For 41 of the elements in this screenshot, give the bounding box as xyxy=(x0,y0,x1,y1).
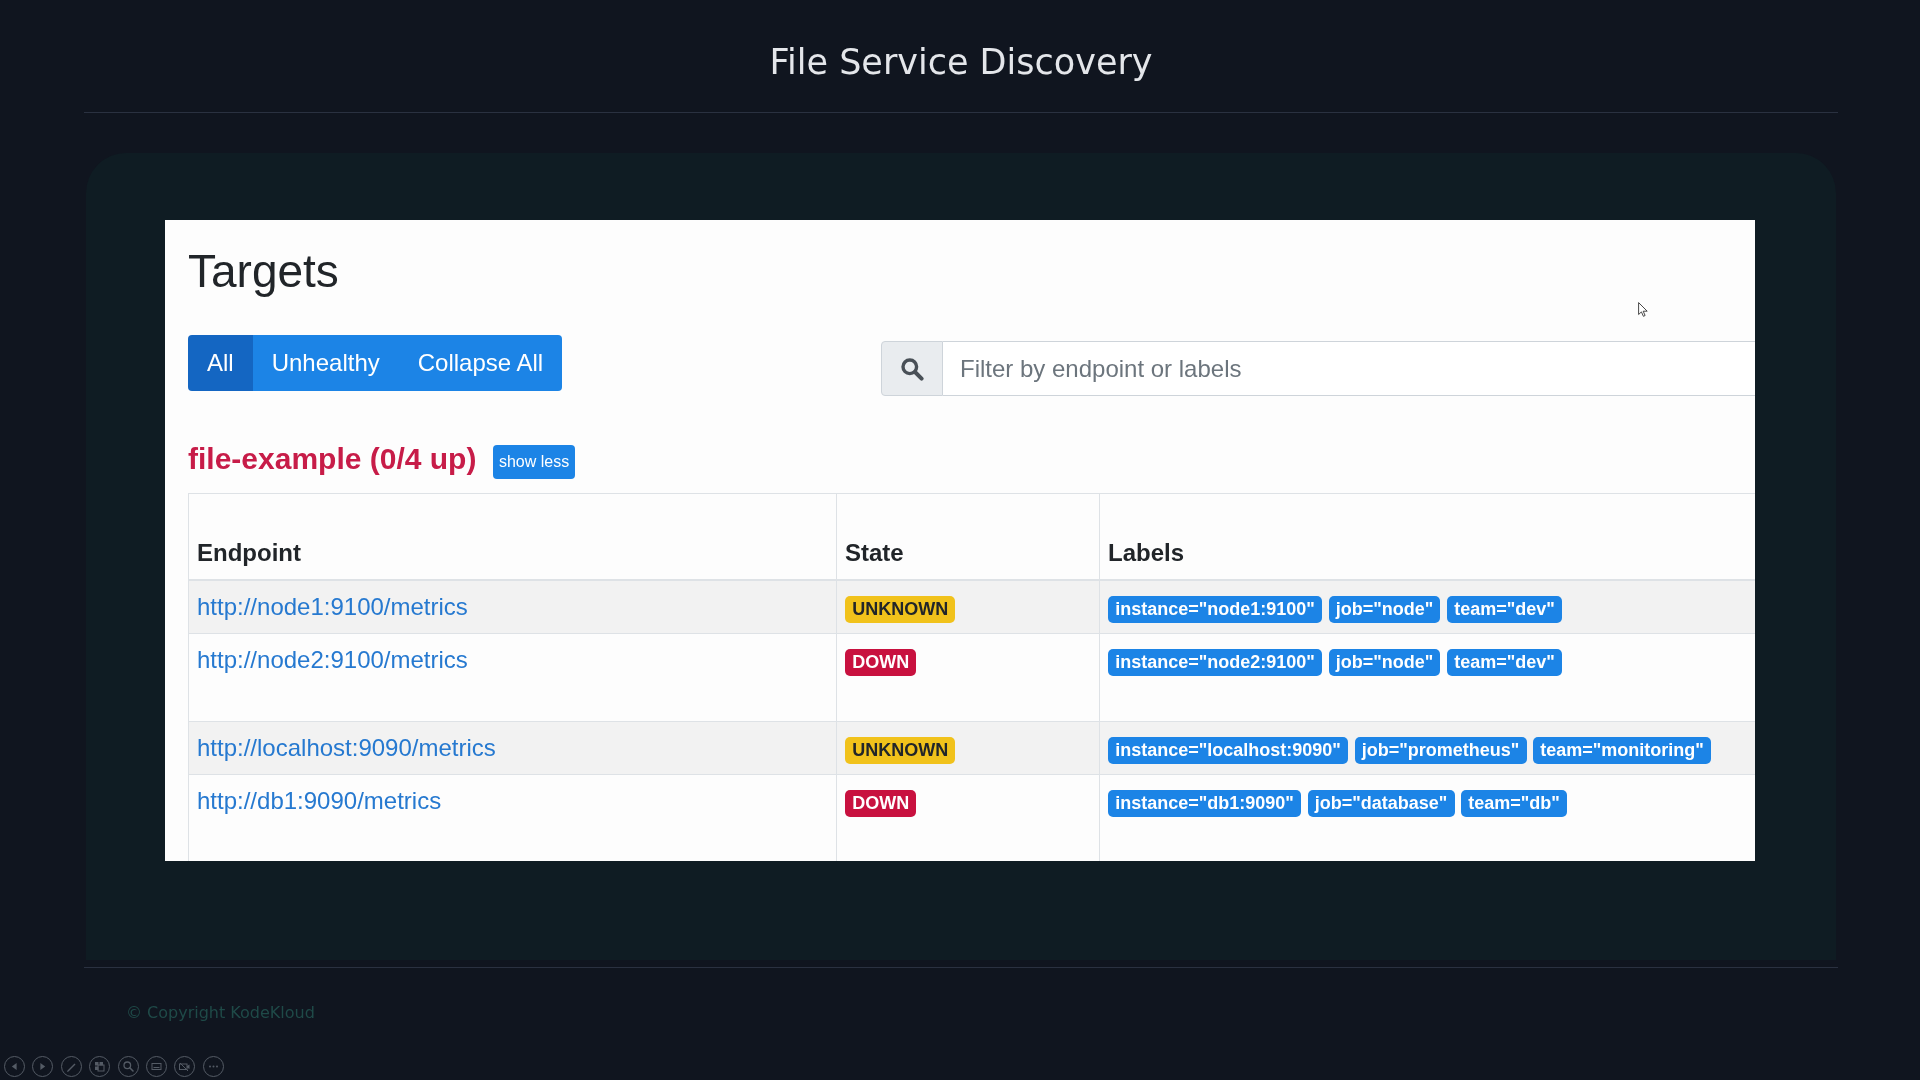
column-header: Endpoint xyxy=(197,538,301,568)
slide-title: File Service Discovery xyxy=(769,41,1153,83)
label-badge: job="node" xyxy=(1328,595,1441,623)
page-heading: Targets xyxy=(188,244,339,299)
label-badge: instance="db1:9090" xyxy=(1108,789,1302,817)
label-badge: team="db" xyxy=(1461,789,1567,817)
label-badge: instance="node1:9100" xyxy=(1108,595,1323,623)
more-icon[interactable] xyxy=(202,1056,224,1077)
endpoint-link[interactable]: http://node2:9100/metrics xyxy=(197,646,468,673)
pool-heading: file-example (0/4 up) xyxy=(188,441,477,477)
label-badge: job="prometheus" xyxy=(1354,736,1527,764)
endpoint-link[interactable]: http://localhost:9090/metrics xyxy=(197,734,496,761)
state-badge: DOWN xyxy=(845,648,917,676)
state-badge: UNKNOWN xyxy=(845,736,956,764)
endpoint-link[interactable]: http://node1:9100/metrics xyxy=(197,593,468,620)
slides-icon[interactable] xyxy=(89,1056,111,1077)
endpoint-link[interactable]: http://db1:9090/metrics xyxy=(197,787,442,814)
label-badge: job="node" xyxy=(1328,648,1441,676)
camera-off-icon[interactable] xyxy=(174,1056,196,1077)
screen-icon[interactable] xyxy=(145,1056,167,1077)
next-icon[interactable] xyxy=(32,1056,54,1077)
toolbar-button[interactable]: All xyxy=(188,335,253,391)
toolbar-button[interactable]: Unhealthy xyxy=(252,335,399,391)
show-less-button[interactable]: show less xyxy=(493,445,575,479)
search-field[interactable]: Filter by endpoint or labels xyxy=(943,341,1755,396)
label-badge: instance="node2:9100" xyxy=(1108,648,1323,676)
column-header: Labels xyxy=(1108,538,1185,568)
previous-icon[interactable] xyxy=(4,1056,25,1077)
state-badge: UNKNOWN xyxy=(845,595,956,623)
label-badge: instance="localhost:9090" xyxy=(1108,736,1349,764)
pen-icon[interactable] xyxy=(60,1056,82,1077)
zoom-icon[interactable] xyxy=(117,1056,139,1077)
column-header: State xyxy=(845,538,904,568)
state-badge: DOWN xyxy=(845,789,917,817)
toolbar-button[interactable]: Collapse All xyxy=(398,335,563,391)
label-badge: team="dev" xyxy=(1447,648,1562,676)
label-badge: team="dev" xyxy=(1447,595,1562,623)
label-badge: job="database" xyxy=(1307,789,1455,817)
search-icon xyxy=(900,356,924,381)
label-badge: team="monitoring" xyxy=(1533,736,1711,764)
cursor-icon xyxy=(1638,302,1648,317)
